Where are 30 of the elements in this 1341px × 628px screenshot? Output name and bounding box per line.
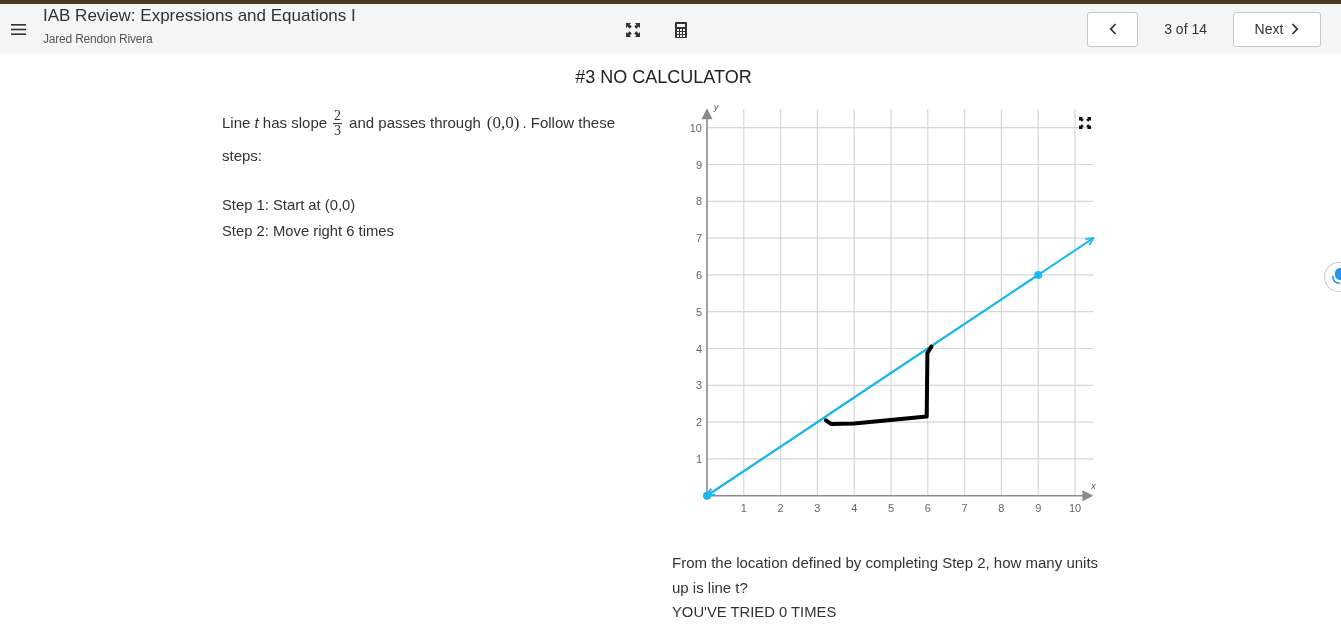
tick-label: 2 [695,416,702,429]
tick-label: 1 [695,452,702,465]
step-text: Step 2: Move right 6 times [222,222,395,241]
question-heading: #3 NO CALCULATOR [574,66,753,89]
axis-title: x [1091,480,1096,491]
tick-label: 9 [1035,501,1042,514]
tick-label: 2 [777,501,784,514]
tick-label: 5 [695,305,702,318]
tick-label: 3 [814,501,821,514]
tick-label: 10 [1068,501,1082,514]
tick-label: 7 [961,501,968,514]
tick-label: 3 [695,379,702,392]
tick-label: 4 [851,501,858,514]
student-name: Jared Rendon Rivera [43,31,153,47]
tick-label: 5 [887,501,895,514]
question-text: From the location defined by completing Step 2, how many units up is line t? [672,552,1100,598]
question-counter: 3 of 14 [1164,21,1207,37]
tick-label: 1 [740,501,747,514]
tick-label: 7 [695,232,702,245]
tick-label: 10 [689,121,702,134]
tick-label: 6 [695,268,702,281]
tick-label: 6 [924,501,931,514]
attempts-text: YOU'VE TRIED 0 TIMES [672,602,838,622]
assessment-title: IAB Review: Expressions and Equations I [43,6,356,26]
tick-label: 8 [998,501,1005,514]
axis-title: y [713,102,719,113]
step-text: Step 1: Start at (0,0) [222,196,357,215]
tick-label: 9 [695,158,702,171]
tick-label: 8 [695,195,702,208]
tick-label: 4 [695,342,702,355]
